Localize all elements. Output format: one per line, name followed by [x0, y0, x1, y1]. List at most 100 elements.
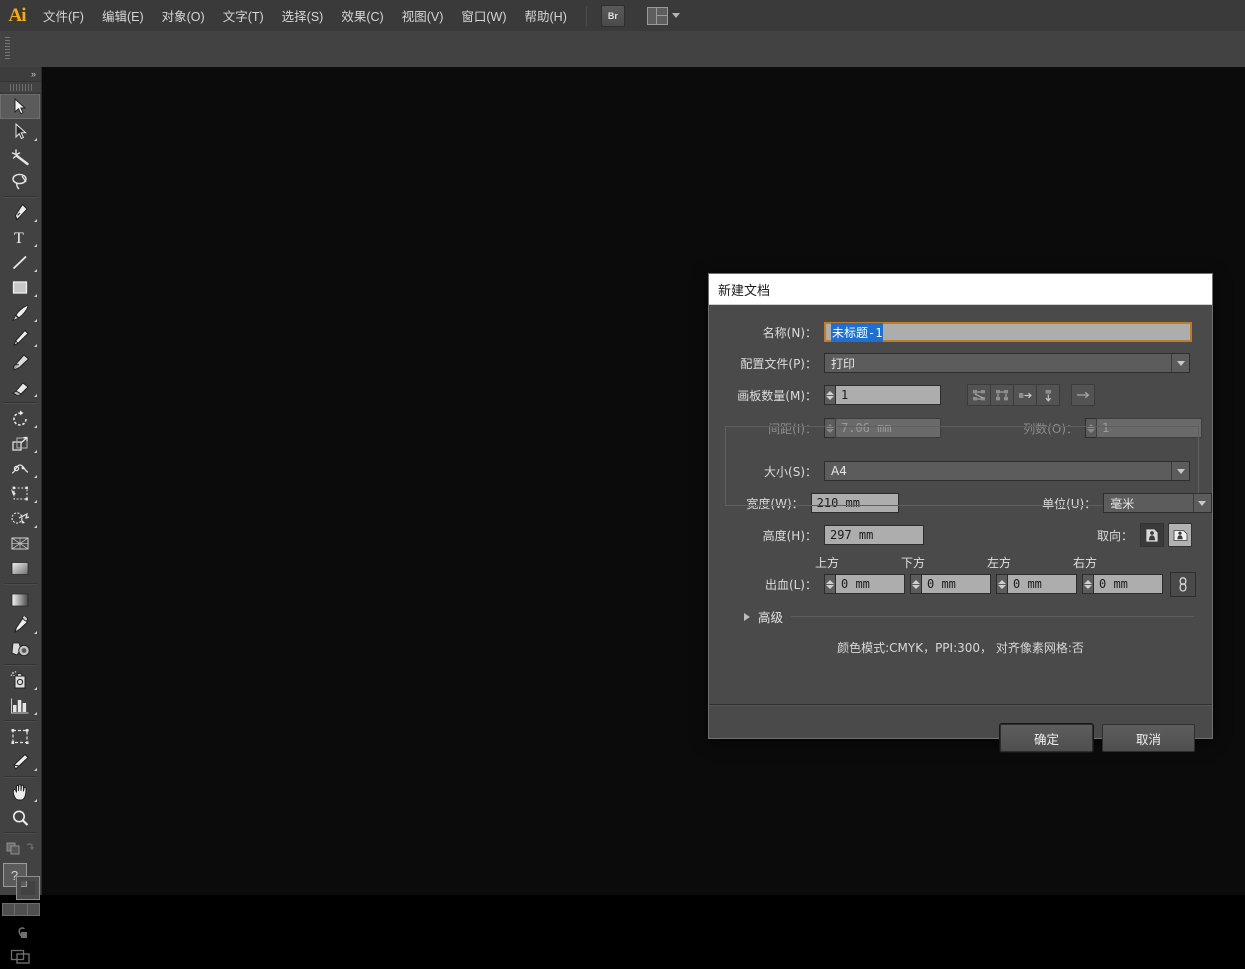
advanced-section-toggle[interactable]: 高级 [709, 607, 1212, 626]
slice-tool[interactable] [0, 749, 40, 774]
blend-tool[interactable] [0, 637, 40, 662]
tool-flyout-indicator [34, 269, 37, 272]
width-tool[interactable] [0, 456, 40, 481]
default-fill-stroke-icon[interactable] [0, 836, 41, 860]
name-input[interactable]: 未标题-1 [824, 322, 1192, 342]
tools-panel: » T [0, 67, 42, 895]
height-label: 高度(H)： [709, 527, 824, 544]
menu-help[interactable]: 帮助(H) [516, 0, 576, 31]
zoom-tool[interactable] [0, 805, 40, 830]
artboard-tool[interactable] [0, 724, 40, 749]
type-tool[interactable]: T [0, 225, 40, 250]
tool-flyout-indicator [34, 294, 37, 297]
bleed-bottom-stepper[interactable] [910, 574, 921, 594]
shape-builder-tool[interactable] [0, 506, 40, 531]
chevron-down-icon [672, 13, 680, 18]
direct-selection-tool[interactable] [0, 119, 40, 144]
gradient-tool[interactable] [0, 587, 40, 612]
menu-object[interactable]: 对象(O) [153, 0, 214, 31]
line-segment-tool[interactable] [0, 250, 40, 275]
artboard-direction-icon[interactable] [1071, 384, 1095, 406]
chevron-down-icon[interactable] [1193, 494, 1211, 512]
column-graph-tool[interactable] [0, 693, 40, 718]
height-input[interactable]: 297 mm [824, 525, 924, 545]
bleed-link-button[interactable] [1170, 572, 1196, 597]
draw-behind-mode[interactable] [14, 903, 27, 916]
orientation-label: 取向： [1037, 527, 1140, 544]
bridge-icon[interactable]: Br [601, 5, 625, 27]
svg-text:T: T [14, 230, 24, 246]
tool-divider [4, 583, 37, 585]
name-row: 名称(N)： 未标题-1 [709, 321, 1212, 343]
draw-inside-mode[interactable] [27, 903, 40, 916]
blob-brush-tool[interactable] [0, 350, 40, 375]
size-select[interactable]: A4 [824, 461, 1190, 481]
artboard-arrange-by-row-icon[interactable] [1013, 384, 1037, 406]
pen-tool[interactable] [0, 200, 40, 225]
collapse-panel-icon[interactable]: » [31, 70, 35, 79]
paintbrush-tool[interactable] [0, 300, 40, 325]
perspective-grid-tool[interactable] [0, 531, 40, 556]
scale-tool[interactable] [0, 431, 40, 456]
bleed-right-stepper[interactable] [1082, 574, 1093, 594]
menu-view[interactable]: 视图(V) [393, 0, 453, 31]
menu-type[interactable]: 文字(T) [214, 0, 273, 31]
chevron-right-icon [744, 613, 750, 621]
mesh-tool[interactable] [0, 556, 40, 581]
magic-wand-tool[interactable] [0, 144, 40, 169]
bleed-left-input[interactable]: 0 mm [1007, 574, 1077, 594]
bleed-left-header: 左方 [987, 554, 1073, 571]
bleed-right-input[interactable]: 0 mm [1093, 574, 1163, 594]
artboard-grid-by-row-icon[interactable] [967, 384, 991, 406]
pencil-tool[interactable] [0, 325, 40, 350]
cancel-button[interactable]: 取消 [1102, 724, 1195, 752]
artboard-grid-by-column-icon[interactable] [990, 384, 1014, 406]
selection-tool[interactable] [0, 94, 40, 119]
menu-file[interactable]: 文件(F) [34, 0, 93, 31]
lasso-tool[interactable] [0, 169, 40, 194]
symbol-sprayer-tool[interactable] [0, 668, 40, 693]
dialog-title: 新建文档 [709, 274, 1212, 305]
draw-normal-mode[interactable] [2, 903, 15, 916]
rotate-tool[interactable] [0, 406, 40, 431]
tools-panel-header[interactable]: » [0, 67, 41, 82]
tool-flyout-indicator [34, 799, 37, 802]
stroke-swatch[interactable] [16, 876, 40, 900]
chevron-down-icon[interactable] [1171, 462, 1189, 480]
artboards-input[interactable]: 1 [835, 385, 941, 405]
menu-edit[interactable]: 编辑(E) [93, 0, 153, 31]
change-screen-mode-icon[interactable] [0, 921, 41, 945]
artboards-stepper[interactable] [824, 385, 835, 405]
menu-window[interactable]: 窗口(W) [452, 0, 515, 31]
control-bar-grip[interactable] [5, 37, 10, 61]
menu-effect[interactable]: 效果(C) [332, 0, 392, 31]
dialog-body: 名称(N)： 未标题-1 配置文件(P)： 打印 画板数量(M)： 1 [709, 321, 1212, 754]
ok-button[interactable]: 确定 [1000, 724, 1093, 752]
fill-stroke-swatches[interactable]: ? [3, 863, 39, 899]
units-select[interactable]: 毫米 [1103, 493, 1212, 513]
bleed-left-stepper[interactable] [996, 574, 1007, 594]
arrange-documents-button[interactable] [647, 7, 680, 25]
rectangle-tool[interactable] [0, 275, 40, 300]
free-transform-tool[interactable] [0, 481, 40, 506]
eraser-tool[interactable] [0, 375, 40, 400]
drawing-modes[interactable] [2, 903, 39, 916]
chevron-down-icon[interactable] [1171, 354, 1189, 372]
bleed-top-stepper[interactable] [824, 574, 835, 594]
hand-tool[interactable] [0, 780, 40, 805]
orientation-portrait-button[interactable] [1140, 523, 1164, 547]
screen-mode-panels-icon[interactable] [0, 945, 41, 969]
dialog-buttons: 确定 取消 [1000, 724, 1195, 752]
artboard-arrange-by-column-icon[interactable] [1036, 384, 1060, 406]
bleed-top-input[interactable]: 0 mm [835, 574, 905, 594]
eyedropper-tool[interactable] [0, 612, 40, 637]
width-units-row: 宽度(W)： 210 mm 单位(U)： 毫米 [709, 492, 1212, 514]
menu-select[interactable]: 选择(S) [273, 0, 333, 31]
profile-select[interactable]: 打印 [824, 353, 1190, 373]
orientation-landscape-button[interactable] [1168, 523, 1192, 547]
artboard-layout-buttons [967, 384, 1059, 406]
width-input[interactable]: 210 mm [811, 493, 899, 513]
tools-panel-grip[interactable] [0, 82, 41, 94]
tool-flyout-indicator [34, 219, 37, 222]
bleed-bottom-input[interactable]: 0 mm [921, 574, 991, 594]
